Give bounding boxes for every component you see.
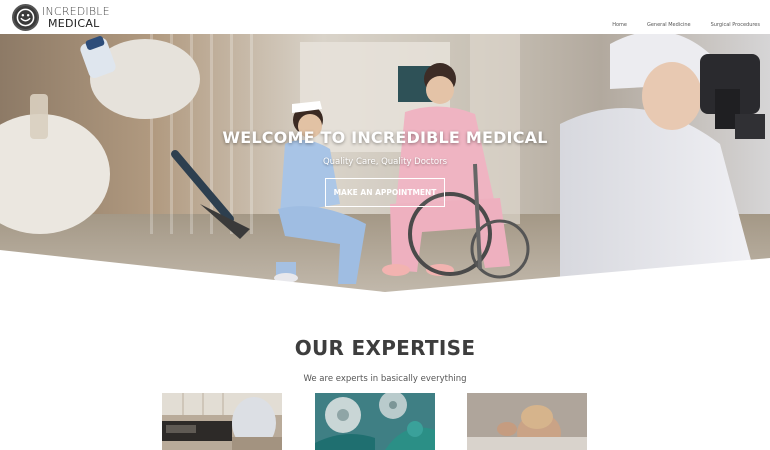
expertise-card-surgery[interactable]: [315, 393, 435, 450]
make-appointment-button[interactable]: MAKE AN APPOINTMENT: [325, 178, 445, 207]
logo-text: INCREDIBLE MEDICAL: [42, 4, 110, 30]
hero-subtitle: Quality Care, Quality Doctors: [322, 157, 448, 167]
main-nav: Home General Medicine Surgical Procedure…: [612, 22, 760, 28]
nav-link-surgical-procedures[interactable]: Surgical Procedures: [711, 22, 760, 28]
smiley-face-icon: [12, 4, 39, 31]
nav-link-general-medicine[interactable]: General Medicine: [647, 22, 691, 28]
expertise-title: OUR EXPERTISE: [294, 336, 476, 360]
expertise-subtitle: We are experts in basically everything: [303, 374, 467, 384]
logo-line1: INCREDIBLE: [42, 4, 110, 18]
hero-title: WELCOME TO INCREDIBLE MEDICAL: [222, 128, 548, 147]
expertise-card-clinic[interactable]: [162, 393, 282, 450]
nav-link-home[interactable]: Home: [612, 22, 627, 28]
child-patient-photo: [467, 393, 587, 450]
clinic-photo: [162, 393, 282, 450]
hero-banner: WELCOME TO INCREDIBLE MEDICAL Quality Ca…: [0, 34, 770, 294]
logo-line2: MEDICAL: [48, 16, 100, 30]
surgery-photo: [315, 393, 435, 450]
site-logo[interactable]: INCREDIBLE MEDICAL: [12, 4, 110, 31]
site-header: INCREDIBLE MEDICAL Home General Medicine…: [0, 0, 770, 34]
expertise-card-child[interactable]: [467, 393, 587, 450]
